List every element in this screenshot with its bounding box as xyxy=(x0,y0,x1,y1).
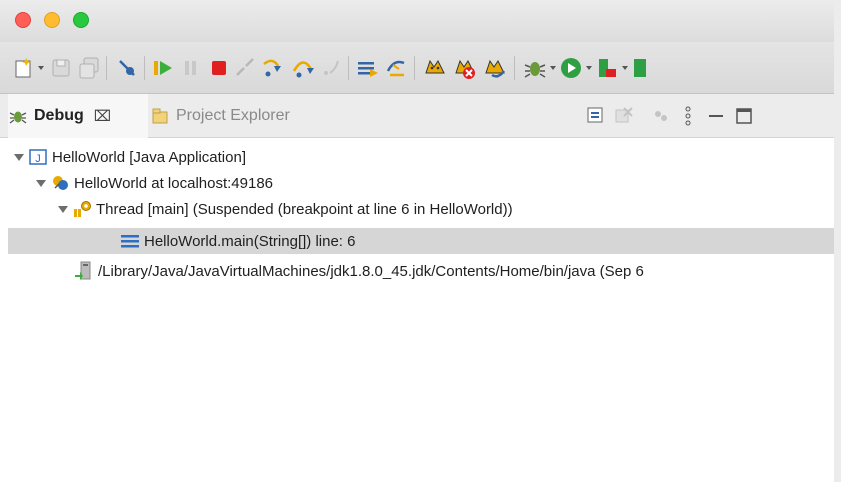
tab-project-explorer[interactable]: Project Explorer xyxy=(150,94,370,138)
suspended-thread-icon xyxy=(72,199,92,219)
tree-item-label: Thread [main] (Suspended (breakpoint at … xyxy=(96,200,513,218)
use-step-filters-icon[interactable] xyxy=(384,55,410,81)
collapse-all-icon[interactable] xyxy=(584,104,608,128)
debug-tree: J HelloWorld [Java Application] HelloWor… xyxy=(0,138,841,482)
zoom-window-button[interactable] xyxy=(73,12,89,28)
skip-breakpoints-icon[interactable] xyxy=(114,55,140,81)
disconnect-icon[interactable] xyxy=(232,55,258,81)
minimize-view-icon[interactable] xyxy=(704,104,728,128)
run-icon[interactable] xyxy=(558,55,584,81)
coverage-icon[interactable] xyxy=(630,55,656,81)
java-application-icon: J xyxy=(28,147,48,167)
expand-arrow-icon[interactable] xyxy=(58,205,68,213)
debug-target-icon xyxy=(50,173,70,193)
tab-project-explorer-label: Project Explorer xyxy=(176,107,290,124)
debug-dropdown-arrow[interactable] xyxy=(550,66,556,70)
tree-item-label: HelloWorld at localhost:49186 xyxy=(74,174,274,192)
view-tab-bar: Debug ⌧ Project Explorer xyxy=(0,94,841,138)
external-tools-icon[interactable] xyxy=(594,55,620,81)
new-wizard-icon[interactable] xyxy=(12,55,38,81)
tree-item-stack-frame[interactable]: HelloWorld.main(String[]) line: 6 xyxy=(8,228,834,254)
new-dropdown-arrow[interactable] xyxy=(38,66,44,70)
view-menu-icon[interactable] xyxy=(676,104,700,128)
toolbar-separator xyxy=(144,56,145,80)
drop-to-frame-icon[interactable] xyxy=(354,55,380,81)
stack-frame-icon xyxy=(120,231,140,251)
tree-item-label: /Library/Java/JavaVirtualMachines/jdk1.8… xyxy=(98,262,644,280)
group-threads-icon[interactable] xyxy=(648,104,672,128)
step-into-icon[interactable] xyxy=(260,55,286,81)
window-right-edge xyxy=(834,0,841,482)
run-dropdown-arrow[interactable] xyxy=(586,66,592,70)
save-all-icon[interactable] xyxy=(76,55,102,81)
main-toolbar xyxy=(0,42,841,94)
minimize-window-button[interactable] xyxy=(44,12,60,28)
debug-icon[interactable] xyxy=(522,55,548,81)
tab-debug[interactable]: Debug ⌧ xyxy=(8,94,148,138)
step-return-icon[interactable] xyxy=(318,55,344,81)
tab-debug-label: Debug xyxy=(34,107,84,124)
close-window-button[interactable] xyxy=(15,12,31,28)
toolbar-separator xyxy=(106,56,107,80)
tomcat-stop-icon[interactable] xyxy=(452,55,478,81)
resume-icon[interactable] xyxy=(150,55,176,81)
tomcat-restart-icon[interactable] xyxy=(482,55,508,81)
title-bar xyxy=(0,0,841,42)
project-explorer-icon xyxy=(150,106,170,126)
close-tab-icon[interactable]: ⌧ xyxy=(94,107,111,125)
toolbar-separator xyxy=(514,56,515,80)
process-icon xyxy=(74,261,94,281)
toolbar-separator xyxy=(348,56,349,80)
tree-item-label: HelloWorld.main(String[]) line: 6 xyxy=(144,232,356,250)
debug-view-icon xyxy=(8,106,28,126)
external-tools-dropdown-arrow[interactable] xyxy=(622,66,628,70)
save-icon[interactable] xyxy=(48,55,74,81)
toolbar-separator xyxy=(414,56,415,80)
tree-item-thread[interactable]: Thread [main] (Suspended (breakpoint at … xyxy=(0,196,841,222)
tree-item-process[interactable]: /Library/Java/JavaVirtualMachines/jdk1.8… xyxy=(0,258,841,284)
tree-item-debug-target[interactable]: HelloWorld at localhost:49186 xyxy=(0,170,841,196)
expand-arrow-icon[interactable] xyxy=(14,153,24,161)
suspend-icon[interactable] xyxy=(178,55,204,81)
maximize-view-icon[interactable] xyxy=(732,104,756,128)
remove-terminated-icon[interactable] xyxy=(612,104,636,128)
tomcat-start-icon[interactable] xyxy=(422,55,448,81)
expand-arrow-icon[interactable] xyxy=(36,179,46,187)
step-over-icon[interactable] xyxy=(290,55,316,81)
svg-text:J: J xyxy=(35,153,41,165)
terminate-icon[interactable] xyxy=(206,55,232,81)
tree-item-label: HelloWorld [Java Application] xyxy=(52,148,246,166)
tree-item-launch[interactable]: J HelloWorld [Java Application] xyxy=(0,144,841,170)
